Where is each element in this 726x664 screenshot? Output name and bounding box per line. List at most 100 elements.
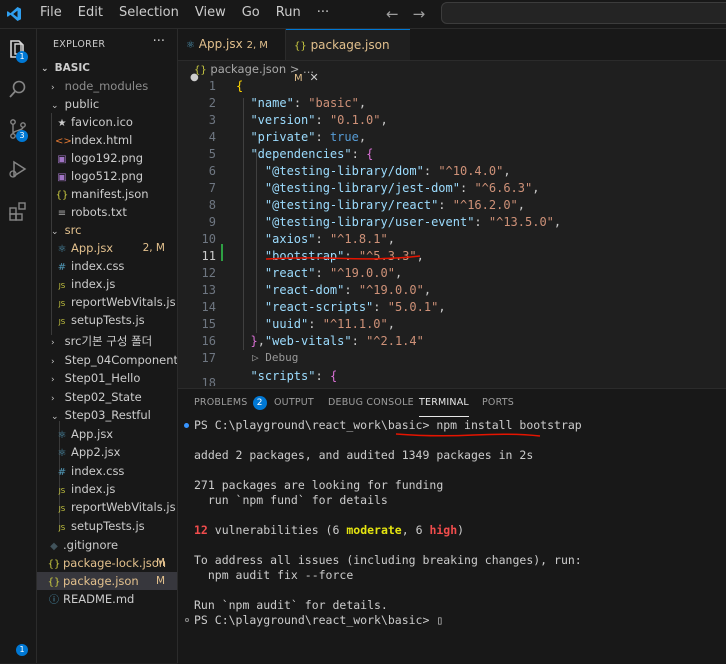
tree-file-setup-tests[interactable]: JS setupTests.js: [37, 311, 177, 329]
explorer-title: EXPLORER: [53, 39, 106, 50]
tree-file-step03-app[interactable]: ⚛ App.jsx: [37, 425, 177, 443]
react-icon: ⚛: [57, 448, 67, 459]
tree-item-label: Step01_Hello: [64, 371, 141, 385]
tree-folder-public[interactable]: ⌄ public: [37, 95, 177, 113]
code-line: "private": true,: [250, 130, 367, 144]
tree-item-label: App.jsx: [71, 427, 114, 441]
tree-folder-step01[interactable]: › Step01_Hello: [37, 369, 177, 387]
tree-file-step03-report[interactable]: JS reportWebVitals.js: [37, 498, 177, 516]
tree-folder-step04[interactable]: › Step_04Component: [37, 351, 177, 369]
menu-edit[interactable]: Edit: [70, 0, 111, 28]
menu-view[interactable]: View: [187, 0, 234, 28]
info-icon: ⓘ: [49, 595, 59, 606]
tab-output[interactable]: OUTPUT: [274, 389, 314, 417]
line-number: 2: [208, 96, 216, 110]
tree-item-label: setupTests.js: [71, 519, 145, 533]
breadcrumb-file[interactable]: package.json: [210, 62, 286, 76]
tree-item-label: package.json: [63, 574, 139, 588]
menu-file[interactable]: File: [38, 0, 70, 28]
tree-file-index-css[interactable]: # index.css: [37, 257, 177, 275]
tab-problems[interactable]: PROBLEMS 2: [194, 389, 267, 417]
command-success-dot-icon: [184, 423, 189, 428]
tree-file-step03-index-css[interactable]: # index.css: [37, 462, 177, 480]
tree-file-package-json[interactable]: {} package.json M: [37, 572, 177, 590]
tree-item-label: reportWebVitals.js: [71, 295, 176, 309]
tree-file-gitignore[interactable]: ◆ .gitignore: [37, 536, 177, 554]
js-icon: JS: [58, 524, 66, 532]
tree-file-step03-setup[interactable]: JS setupTests.js: [37, 517, 177, 535]
tree-item-label: README.md: [63, 592, 135, 606]
tab-terminal[interactable]: TERMINAL: [419, 389, 469, 417]
tree-folder-src[interactable]: ⌄ src: [37, 221, 177, 239]
command-center-search[interactable]: [441, 2, 726, 24]
line-number: 16: [201, 334, 216, 348]
tree-item-label: Step02_State: [64, 390, 142, 404]
tree-folder-node-modules[interactable]: › node_modules: [37, 77, 177, 95]
code-line: "@testing-library/dom": "^10.4.0",: [264, 164, 511, 178]
tree-file-app-jsx[interactable]: ⚛ App.jsx 2, M: [37, 239, 177, 257]
tree-file-step03-index-js[interactable]: JS index.js: [37, 480, 177, 498]
tree-file-step03-app2[interactable]: ⚛ App2.jsx: [37, 443, 177, 461]
code-line: "axios": "^1.8.1",: [264, 232, 395, 246]
debug-codelens[interactable]: ▷ Debug: [252, 351, 298, 365]
tree-item-label: favicon.ico: [71, 115, 133, 129]
terminal-line: PS C:\playground\react_work\basic> ▯: [194, 613, 444, 627]
tree-file-logo192[interactable]: ▣ logo192.png: [37, 149, 177, 167]
tab-debug-console[interactable]: DEBUG CONSOLE: [328, 389, 414, 417]
navigation-arrows: ← →: [386, 5, 439, 23]
tree-file-report-web-vitals[interactable]: JS reportWebVitals.js: [37, 293, 177, 311]
code-line: "uuid": "^11.1.0",: [264, 317, 395, 331]
code-editor[interactable]: 1 2 3 4 5 6 7 8 9 10 11 12 13 14 15 16 17 18 { "name": "b…: [178, 78, 726, 386]
tree-item-label: setupTests.js: [71, 313, 145, 327]
search-icon[interactable]: [6, 77, 30, 101]
tree-item-label: src: [64, 223, 82, 237]
tree-file-readme[interactable]: ⓘ README.md: [37, 590, 177, 608]
tree-file-logo512[interactable]: ▣ logo512.png: [37, 167, 177, 185]
tree-item-label: index.css: [71, 464, 125, 478]
tree-file-package-lock[interactable]: {} package-lock.json M: [37, 554, 177, 572]
js-icon: JS: [58, 505, 66, 513]
tree-folder-step02[interactable]: › Step02_State: [37, 388, 177, 406]
menu-bar: File Edit Selection View Go Run ···: [38, 0, 337, 28]
tree-file-favicon[interactable]: ★ favicon.ico: [37, 113, 177, 131]
menu-go[interactable]: Go: [234, 0, 268, 28]
run-debug-icon[interactable]: [6, 157, 30, 181]
tab-label: App.jsx: [198, 37, 243, 51]
extensions-icon[interactable]: [6, 199, 30, 223]
tab-app-jsx[interactable]: ⚛ App.jsx 2, M ●: [178, 29, 286, 83]
terminal-line: added 2 packages, and audited 1349 packa…: [194, 448, 534, 462]
terminal-line: npm audit fix --force: [194, 568, 354, 582]
menu-run[interactable]: Run: [268, 0, 309, 28]
red-underline-annotation: [395, 433, 541, 437]
tree-file-robots[interactable]: ≡ robots.txt: [37, 203, 177, 221]
tree-item-label: App2.jsx: [71, 445, 121, 459]
tree-item-label: manifest.json: [71, 187, 149, 201]
tree-file-index-js[interactable]: JS index.js: [37, 275, 177, 293]
chevron-down-icon: ⌄: [51, 412, 59, 422]
explorer-more-button[interactable]: ···: [153, 34, 165, 49]
tab-package-json[interactable]: {} package.json M ✕: [286, 29, 410, 84]
tree-file-manifest[interactable]: {} manifest.json: [37, 185, 177, 203]
code-line: "react-scripts": "5.0.1",: [264, 300, 446, 314]
tree-file-index-html[interactable]: <>index.html: [37, 131, 177, 149]
tree-item-label: index.html: [71, 133, 133, 147]
breadcrumb-rest[interactable]: > ...: [290, 62, 314, 76]
back-arrow-icon[interactable]: ←: [386, 5, 399, 23]
vscode-logo-icon[interactable]: [6, 6, 22, 22]
menu-selection[interactable]: Selection: [111, 0, 187, 28]
code-line: "react": "^19.0.0",: [264, 266, 403, 280]
tree-folder-src-basic[interactable]: › src기본 구성 폴더: [37, 332, 177, 350]
activity-bar: 1 3: [0, 29, 37, 663]
terminal-line: 12 vulnerabilities (6 moderate, 6 high): [194, 523, 465, 537]
code-line: "scripts": {: [250, 369, 338, 383]
menu-more[interactable]: ···: [309, 0, 337, 28]
tree-item-label: index.js: [71, 482, 116, 496]
forward-arrow-icon[interactable]: →: [413, 5, 426, 23]
tree-item-label: src기본 구성 폴더: [64, 334, 153, 348]
tab-ports[interactable]: PORTS: [482, 389, 514, 417]
code-line: "react-dom": "^19.0.0",: [264, 283, 432, 297]
workspace-root[interactable]: ⌄ BASIC: [37, 59, 177, 77]
tree-folder-step03[interactable]: ⌄ Step03_Restful: [37, 406, 177, 424]
added-line-marker: [221, 244, 223, 261]
tab-label: PROBLEMS: [194, 397, 248, 408]
